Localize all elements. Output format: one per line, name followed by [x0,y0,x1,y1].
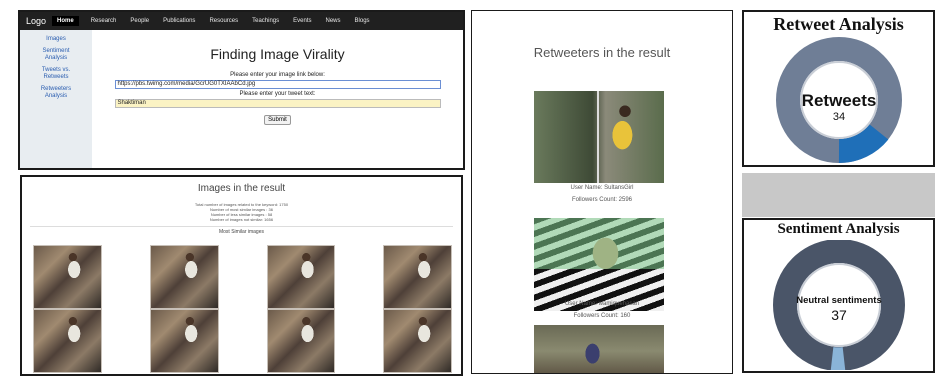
sentiment-analysis-panel: Sentiment Analysis Neutral sentiments 37 [742,218,935,373]
nav-resources[interactable]: Resources [209,18,238,24]
similar-image[interactable] [383,245,452,309]
photo-background [534,218,664,270]
retweeters-panel: Retweeters in the result User Name: Sult… [471,10,733,374]
retweeter-username: User Name: SultansGirl [570,185,634,191]
sidebar: Images Sentiment Analysis Tweets vs. Ret… [20,30,92,168]
nav-people[interactable]: People [130,18,149,24]
app-screenshot-panel: Logo Home Research People Publications R… [18,10,465,170]
images-result-panel: Images in the result Total number of ima… [20,175,463,376]
collage-divider [597,91,599,183]
sidebar-item-tweets-vs-retweets[interactable]: Tweets vs. Retweets [36,67,76,81]
submit-button[interactable]: Submit [264,115,291,125]
divider [30,226,453,227]
retweeter-followers: Followers Count: 160 [573,313,631,319]
retweeter-photo[interactable] [534,325,664,373]
retweets-label: Retweets [801,91,876,110]
sentiment-label: Neutral sentiments [796,295,882,306]
retweet-analysis-title: Retweet Analysis [773,14,904,34]
images-title: Images in the result [197,183,286,194]
sidebar-item-sentiment-analysis[interactable]: Sentiment Analysis [37,48,75,62]
image-link-input[interactable]: https://pbs.twimg.com/media/GcrUG0TXIAAb… [114,80,441,89]
image-link-label: Please enter your image link below: [230,72,325,78]
similar-images-grid [30,245,455,373]
nav-teachings[interactable]: Teachings [252,18,279,24]
nav-events[interactable]: Events [293,18,311,24]
most-similar-heading: Most Similar images [218,229,264,235]
main-content: Finding Image Virality Please enter your… [92,30,463,168]
similar-image[interactable] [383,309,452,373]
similar-image[interactable] [33,245,102,309]
retweeter-username: User Name: wamiquehasan [564,301,640,307]
retweeter-photo[interactable] [534,218,664,311]
sidebar-item-retweeters-analysis[interactable]: Retweeters Analysis [36,86,76,100]
nav-news[interactable]: News [326,18,341,24]
gray-placeholder-box [742,173,935,217]
nav-blogs[interactable]: Blogs [355,18,370,24]
nav-home[interactable]: Home [52,16,79,26]
top-navbar: Logo Home Research People Publications R… [20,12,463,30]
logo[interactable]: Logo [26,16,46,26]
sentiment-analysis-title: Sentiment Analysis [777,221,900,237]
composite-figure: Logo Home Research People Publications R… [0,0,939,381]
page-title: Finding Image Virality [210,46,345,62]
similar-image[interactable] [149,309,219,373]
nav-publications[interactable]: Publications [163,18,195,24]
retweeter-photo[interactable] [534,91,664,183]
tweet-text-label: Please enter your tweet text: [239,91,316,97]
similar-image[interactable] [33,309,102,373]
image-stats: Total number of images related to the ke… [22,202,461,222]
sentiment-count: 37 [831,307,847,323]
nav-research[interactable]: Research [91,18,117,24]
retweeter-followers: Followers Count: 2596 [571,197,633,203]
similar-image[interactable] [266,245,336,309]
similar-image[interactable] [149,245,219,309]
retweet-analysis-panel: Retweet Analysis Retweets 34 [742,10,935,167]
similar-image[interactable] [266,309,336,373]
sidebar-item-images[interactable]: Images [20,36,92,43]
retweets-count: 34 [832,111,844,123]
retweeters-title: Retweeters in the result [533,45,671,60]
stat-not-similar: Number of images not similar: 1656 [209,217,274,222]
sentiment-donut-chart: Neutral sentiments 37 [772,240,905,370]
retweet-donut-chart: Retweets 34 [775,37,902,164]
tweet-text-input[interactable]: Shaktiman [114,99,441,108]
